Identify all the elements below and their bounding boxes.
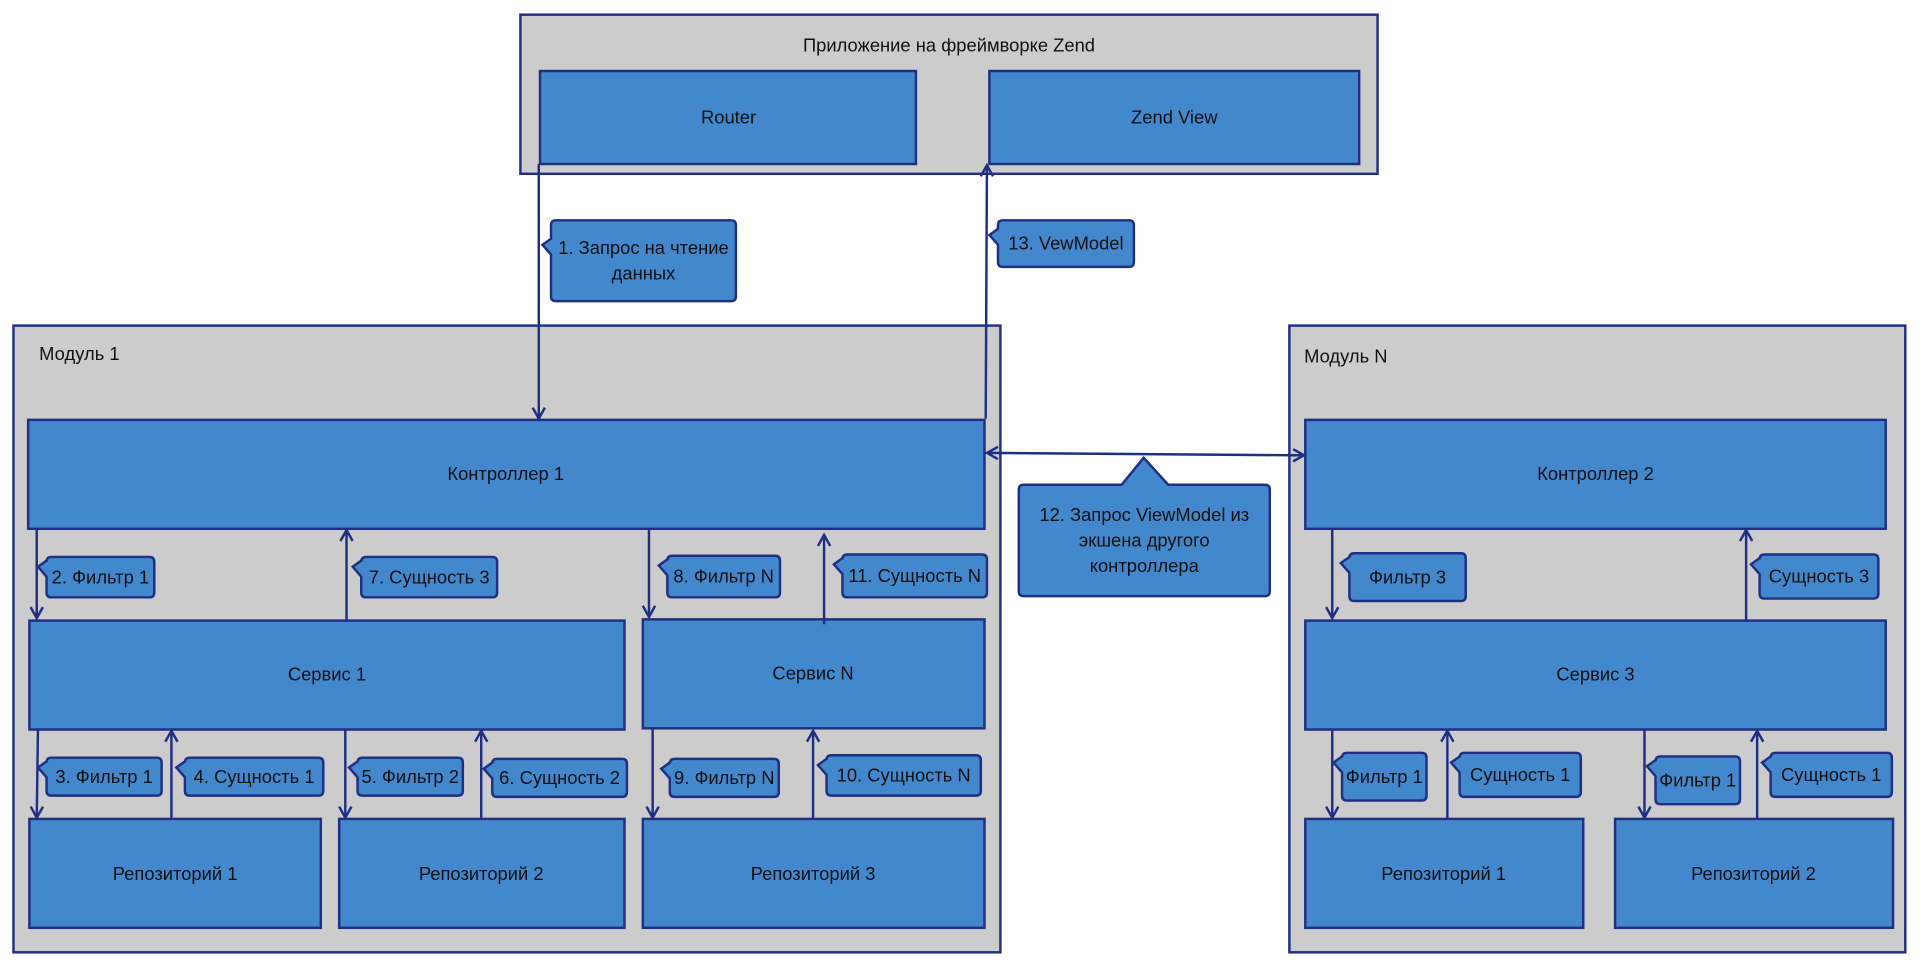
callout-text: Фильтр 3 [1369, 566, 1446, 587]
controller-2-label: Контроллер 2 [1537, 463, 1654, 484]
module-n-repository-1-label: Репозиторий 1 [1381, 863, 1506, 884]
callout-text: 10. Сущность N [837, 765, 971, 786]
callout-text: данных [612, 263, 676, 284]
callout-text: 2. Фильтр 1 [52, 566, 149, 587]
callout-c10[interactable]: 10. Сущность N [816, 754, 983, 797]
callout-text: 1. Запрос на чтение [558, 237, 728, 258]
repository-3-box[interactable]: Репозиторий 3 [641, 817, 986, 930]
controller-1-label: Контроллер 1 [447, 463, 564, 484]
module-n-title: Модуль N [1304, 345, 1387, 366]
service-n-box[interactable]: Сервис N [641, 618, 986, 730]
callout-text: экшена другого [1079, 530, 1210, 551]
callout-c7[interactable]: 7. Сущность 3 [350, 555, 499, 599]
callout-n-filter3[interactable]: Фильтр 3 [1339, 552, 1467, 603]
callout-c3[interactable]: 3. Фильтр 1 [36, 756, 163, 797]
service-n-label: Сервис N [772, 662, 853, 683]
callout-text: Сущность 1 [1470, 764, 1570, 785]
callout-c4[interactable]: 4. Сущность 1 [174, 756, 325, 797]
arrow-controller-1-to-zend-view [986, 165, 987, 419]
callout-c5[interactable]: 5. Фильтр 2 [347, 756, 465, 797]
callout-n-entity1a[interactable]: Сущность 1 [1449, 751, 1583, 799]
module-n-repository-2-box[interactable]: Репозиторий 2 [1613, 817, 1895, 930]
callout-text: 8. Фильтр N [673, 566, 773, 587]
callout-shape [540, 219, 738, 303]
callout-c2[interactable]: 2. Фильтр 1 [36, 555, 156, 599]
callout-text: 12. Запрос ViewModel из [1039, 504, 1249, 525]
module-n-repository-1-box[interactable]: Репозиторий 1 [1304, 817, 1585, 930]
repository-1-label: Репозиторий 1 [113, 863, 238, 884]
repository-2-box[interactable]: Репозиторий 2 [337, 817, 626, 930]
callout-text: 6. Сущность 2 [499, 767, 620, 788]
callout-text: контроллера [1090, 555, 1200, 576]
callout-c1[interactable]: 1. Запрос на чтение данных [540, 219, 738, 303]
architecture-diagram: Приложение на фреймворке Zend Модуль 1 М… [12, 13, 1907, 954]
service-1-box[interactable]: Сервис 1 [28, 619, 626, 731]
callout-text: Фильтр 1 [1659, 769, 1736, 790]
controller-1-box[interactable]: Контроллер 1 [26, 418, 986, 531]
callout-n-filter1a[interactable]: Фильтр 1 [1331, 751, 1428, 802]
router-box[interactable]: Router [538, 69, 918, 166]
repository-3-label: Репозиторий 3 [751, 863, 876, 884]
callout-n-entity3[interactable]: Сущность 3 [1749, 553, 1880, 600]
zend-view-box[interactable]: Zend View [988, 69, 1361, 166]
repository-2-label: Репозиторий 2 [419, 863, 544, 884]
callout-text: 5. Фильтр 2 [361, 766, 458, 787]
service-3-box[interactable]: Сервис 3 [1304, 619, 1887, 731]
callout-c8[interactable]: 8. Фильтр N [656, 554, 782, 599]
callout-text: 7. Сущность 3 [369, 566, 490, 587]
service-3-label: Сервис 3 [1556, 664, 1634, 685]
callout-text: Фильтр 1 [1346, 766, 1423, 787]
module-1-title: Модуль 1 [39, 343, 119, 364]
callout-c13[interactable]: 13. VewModel [987, 219, 1136, 269]
framework-title: Приложение на фреймворке Zend [803, 34, 1095, 55]
repository-1-box[interactable]: Репозиторий 1 [28, 817, 323, 930]
callout-text: Сущность 3 [1769, 566, 1869, 587]
callout-c9[interactable]: 9. Фильтр N [659, 757, 780, 799]
callout-text: Сущность 1 [1781, 764, 1881, 785]
router-label: Router [701, 107, 756, 128]
callout-c6[interactable]: 6. Сущность 2 [481, 757, 629, 799]
callout-text: 4. Сущность 1 [194, 766, 315, 787]
callout-text: 9. Фильтр N [674, 767, 774, 788]
callout-text: 3. Фильтр 1 [55, 766, 152, 787]
callout-n-entity1b[interactable]: Сущность 1 [1760, 751, 1894, 799]
service-1-label: Сервис 1 [288, 664, 366, 685]
callout-text: 11. Сущность N [848, 565, 981, 586]
callout-c12[interactable]: 12. Запрос ViewModel из экшена другого кон… [1017, 455, 1272, 598]
zend-view-label: Zend View [1131, 107, 1218, 128]
module-n-repository-2-label: Репозиторий 2 [1691, 863, 1816, 884]
callout-c11[interactable]: 11. Сущность N [832, 553, 989, 599]
controller-2-box[interactable]: Контроллер 2 [1304, 418, 1887, 531]
callout-text: 13. VewModel [1008, 233, 1123, 254]
arrow-service-1-to-repository-1 [37, 729, 38, 818]
callout-n-filter1b[interactable]: Фильтр 1 [1645, 755, 1742, 806]
arrow-controller-1-controller-2 [987, 453, 1304, 455]
